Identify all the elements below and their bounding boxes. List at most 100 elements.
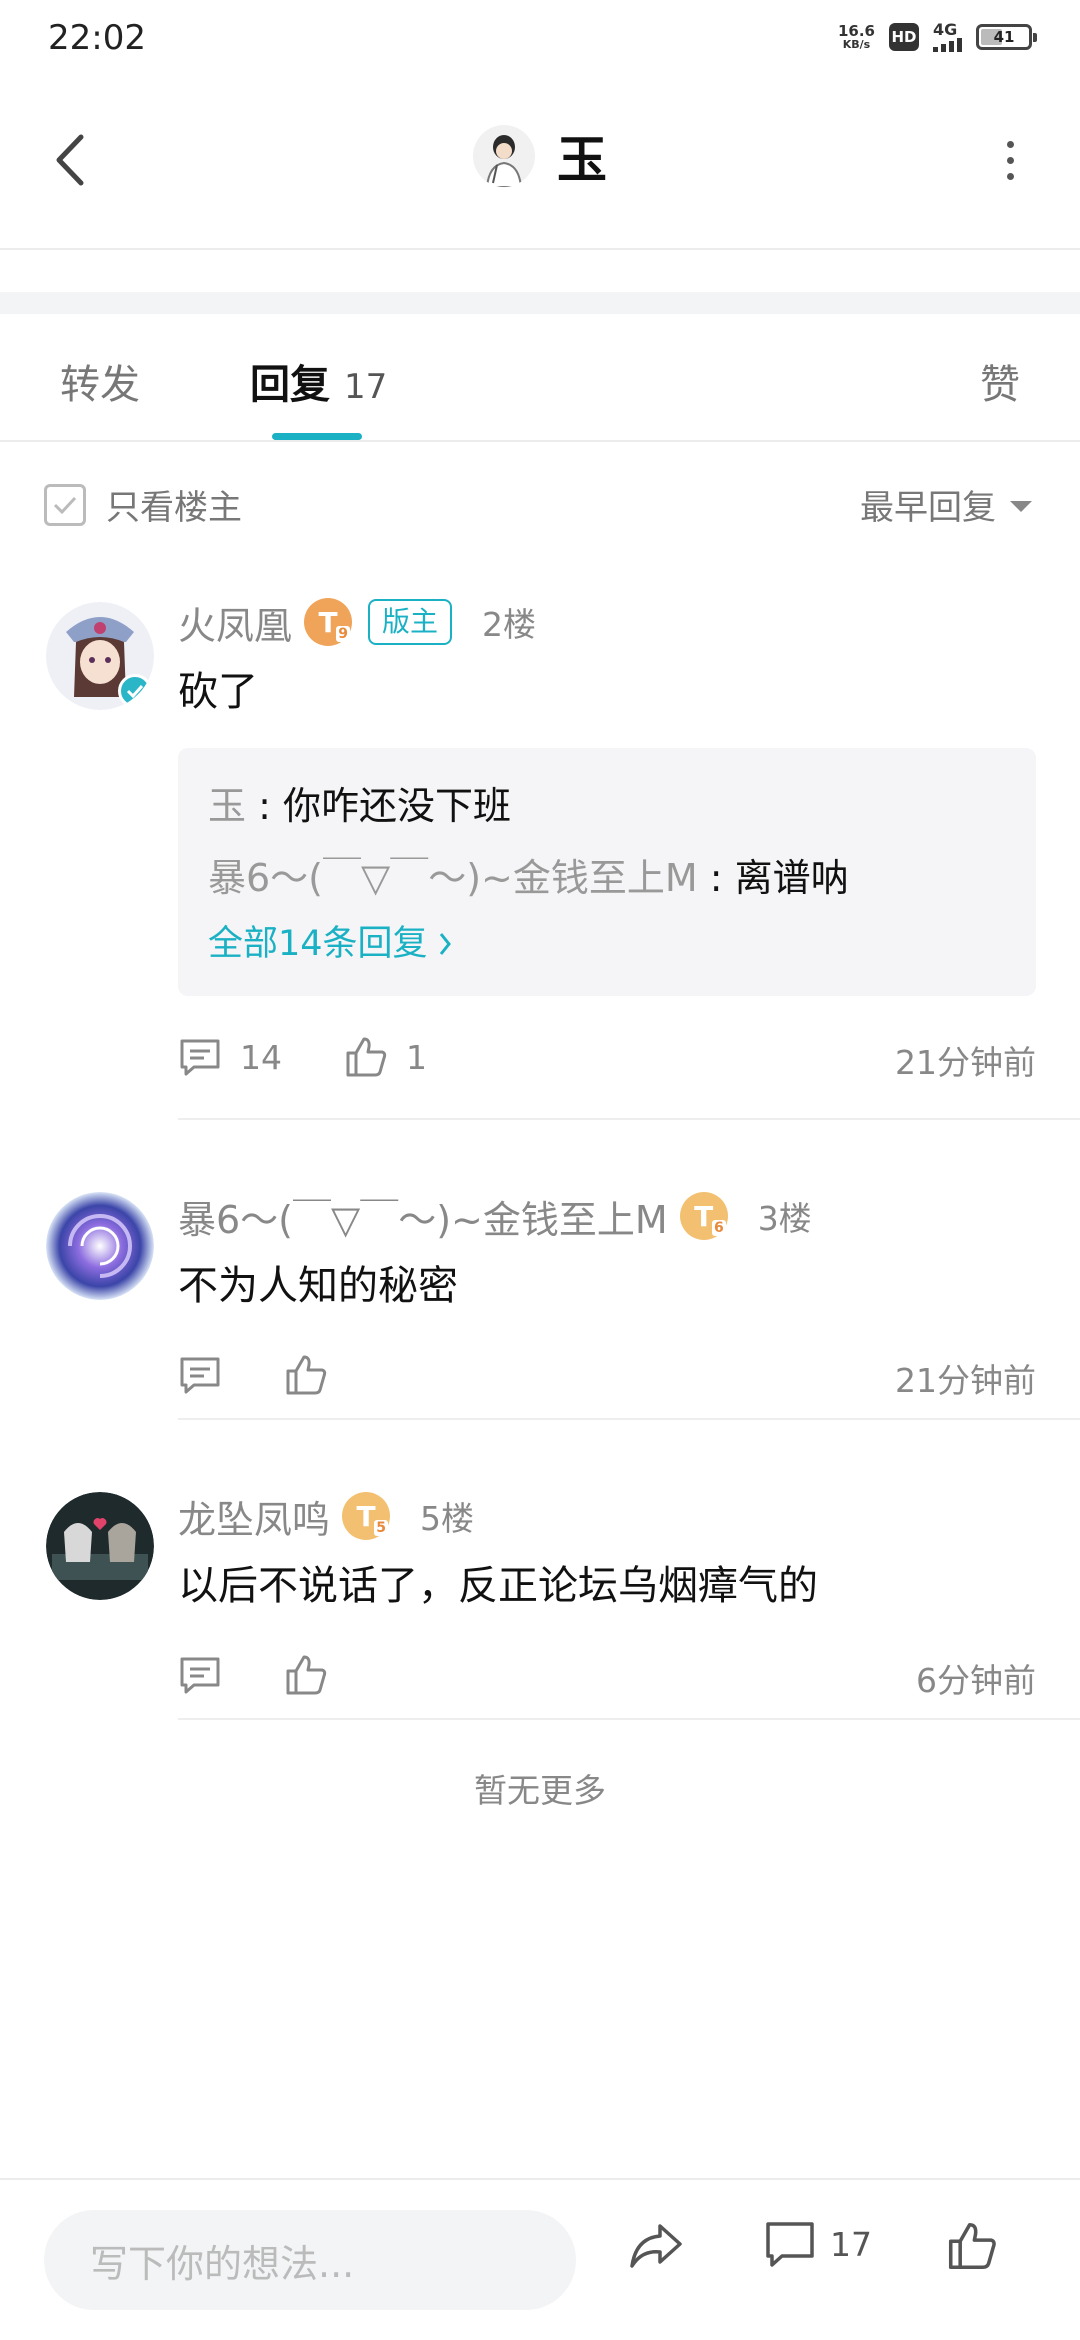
sort-label: 最早回复 <box>860 488 996 528</box>
reply-button[interactable] <box>178 1355 222 1395</box>
comment-body: 龙坠凤鸣 T5 5楼 以后不说话了，反正论坛乌烟瘴气的 6分钟前 <box>178 1488 1036 1710</box>
reply-button[interactable]: 14 <box>178 1037 282 1077</box>
all-replies-link[interactable]: 全部14条回复 <box>208 914 1006 974</box>
comment-text: 不为人知的秘密 <box>178 1263 458 1309</box>
tab-bar: 转发 回复 17 赞 <box>0 314 1080 442</box>
section-divider <box>0 292 1080 314</box>
net-speed-unit: KB/s <box>842 38 871 51</box>
sub-reply-text: 你咋还没下班 <box>282 784 511 828</box>
comments-count: 17 <box>830 2224 872 2264</box>
comments-button[interactable]: 17 <box>764 2220 872 2268</box>
status-icons: 16.6 KB/s HD 4G 41 <box>838 22 1037 52</box>
divider <box>178 1418 1080 1420</box>
net-speed-value: 16.6 <box>837 22 875 40</box>
thumbs-up-icon <box>346 1037 387 1077</box>
comment-actions: 6分钟前 <box>178 1640 1036 1710</box>
thumbs-up-icon <box>286 1355 327 1395</box>
like-button[interactable]: 1 <box>344 1035 427 1079</box>
status-time: 22:02 <box>48 18 146 58</box>
username[interactable]: 暴6〜(￣▽￣〜)~金钱至上M <box>178 1189 668 1244</box>
timestamp: 21分钟前 <box>895 1043 1036 1082</box>
sub-replies[interactable]: 玉 : 你咋还没下班 暴6〜(￣▽￣〜)~金钱至上M : 离谱呐 全部14条回复 <box>178 748 1036 996</box>
floor-label: 5楼 <box>420 1499 475 1538</box>
checkbox[interactable] <box>44 483 86 526</box>
tab-like[interactable]: 赞 <box>980 352 1020 410</box>
net-speed: 16.6 KB/s <box>838 23 875 51</box>
only-owner-toggle[interactable]: 只看楼主 <box>44 480 242 529</box>
timestamp: 21分钟前 <box>895 1361 1036 1400</box>
sub-reply: 玉 : 你咋还没下班 <box>208 770 1006 842</box>
username[interactable]: 火凤凰 <box>178 595 292 650</box>
top-bar: 玉 <box>0 80 1080 250</box>
more-button[interactable] <box>980 130 1040 190</box>
avatar[interactable] <box>46 602 154 710</box>
tab-reply-label: 回复 <box>250 362 330 408</box>
share-icon <box>630 2224 682 2268</box>
comment-icon <box>180 1357 220 1394</box>
share-button[interactable] <box>628 2220 684 2270</box>
thumbs-up-icon <box>286 1655 327 1695</box>
level-number: 6 <box>711 1220 726 1236</box>
level-badge-icon: T5 <box>342 1492 391 1540</box>
avatar[interactable] <box>46 1192 154 1300</box>
comment-icon <box>766 2222 814 2267</box>
like-button[interactable] <box>284 1653 328 1697</box>
battery-icon: 41 <box>976 24 1037 50</box>
floor-label: 3楼 <box>757 1199 812 1238</box>
comment-text: 以后不说话了，反正论坛乌烟瘴气的 <box>178 1563 818 1609</box>
comment-body: 暴6〜(￣▽￣〜)~金钱至上M T6 3楼 不为人知的秘密 21分钟前 <box>178 1188 1036 1410</box>
comment-body: 火凤凰 T9 版主 2楼 砍了 玉 : 你咋还没下班 暴6〜(￣▽￣〜)~金钱至… <box>178 594 1036 1092</box>
signal-icon: 4G <box>933 22 962 52</box>
username[interactable]: 龙坠凤鸣 <box>178 1489 330 1544</box>
divider <box>178 1718 1080 1720</box>
sub-reply-separator: : <box>246 784 283 828</box>
no-more-label: 暂无更多 <box>474 1771 606 1810</box>
avatar[interactable] <box>46 1492 154 1600</box>
tab-indicator <box>272 433 362 440</box>
comment-icon <box>180 1657 220 1694</box>
filter-row: 只看楼主 最早回复 <box>0 444 1080 564</box>
level-badge-icon: T6 <box>679 1192 728 1240</box>
level-letter: T <box>356 1499 376 1533</box>
tab-reply[interactable]: 回复 17 <box>250 352 387 410</box>
like-button[interactable] <box>284 1353 328 1397</box>
comment-meta: 暴6〜(￣▽￣〜)~金钱至上M T6 3楼 <box>178 1188 1036 1244</box>
hd-icon: HD <box>889 23 919 51</box>
comment-meta: 龙坠凤鸣 T5 5楼 <box>178 1488 1036 1544</box>
sub-reply-author[interactable]: 玉 <box>208 784 246 828</box>
comment-icon <box>180 1039 220 1076</box>
level-letter: T <box>318 605 338 639</box>
signal-bars <box>933 38 962 52</box>
timestamp: 6分钟前 <box>916 1661 1036 1700</box>
couple-avatar-icon <box>46 1492 154 1600</box>
reply-button[interactable] <box>178 1655 222 1695</box>
caret-down-icon <box>1010 501 1032 512</box>
like-button[interactable] <box>946 2220 998 2272</box>
person-avatar-icon <box>473 125 535 187</box>
more-vertical-icon <box>1006 140 1014 148</box>
sub-reply-author[interactable]: 暴6〜(￣▽￣〜)~金钱至上M <box>208 856 698 900</box>
moderator-badge: 版主 <box>368 599 453 645</box>
comment-input-placeholder: 写下你的想法... <box>90 2241 355 2286</box>
level-number: 9 <box>336 626 351 642</box>
comment-meta: 火凤凰 T9 版主 2楼 <box>178 594 1036 650</box>
status-bar: 22:02 16.6 KB/s HD 4G 41 <box>0 0 1080 80</box>
like-count: 1 <box>406 1037 427 1077</box>
level-badge-icon: T9 <box>304 598 353 646</box>
all-replies-label: 全部14条回复 <box>208 924 428 964</box>
sub-reply-text: 离谱呐 <box>734 856 849 900</box>
level-letter: T <box>694 1199 714 1233</box>
sort-dropdown[interactable]: 最早回复 <box>860 480 1032 529</box>
only-owner-label: 只看楼主 <box>106 488 242 528</box>
sub-reply-separator: : <box>697 856 735 900</box>
battery-level: 41 <box>993 28 1015 46</box>
comment-input[interactable]: 写下你的想法... <box>44 2210 576 2310</box>
tab-reply-count: 17 <box>344 367 388 407</box>
chevron-right-icon <box>439 933 451 955</box>
comment-actions: 21分钟前 <box>178 1340 1036 1410</box>
sub-reply: 暴6〜(￣▽￣〜)~金钱至上M : 离谱呐 <box>208 842 1006 914</box>
reply-count: 14 <box>240 1037 282 1077</box>
page-title: 玉 <box>557 131 607 189</box>
tab-forward[interactable]: 转发 <box>60 352 140 410</box>
author-avatar[interactable] <box>473 125 535 187</box>
